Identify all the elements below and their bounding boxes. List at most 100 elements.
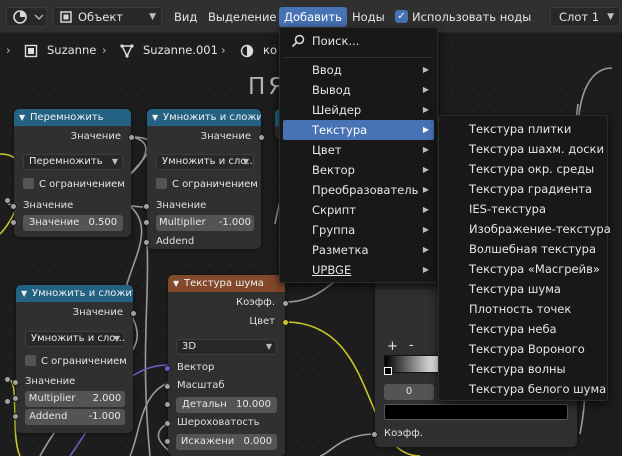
- output-socket[interactable]: [130, 310, 137, 317]
- breadcrumb-material[interactable]: ко: [263, 43, 277, 57]
- offscreen-socket[interactable]: [4, 197, 11, 204]
- menu-item-script[interactable]: Скрипт ▶: [283, 200, 434, 220]
- roughness-input-socket[interactable]: [164, 420, 171, 427]
- submenu-item-environment-texture[interactable]: Текстура окр. среды: [469, 159, 594, 179]
- multiply-add-node[interactable]: ▼ Умножить и сложить Значение Умножить и…: [143, 109, 265, 249]
- node-header[interactable]: ▼ Умножить и сложить: [16, 285, 133, 302]
- input-socket[interactable]: [143, 239, 150, 246]
- distortion-field[interactable]: Искажени 0.000: [176, 434, 277, 450]
- collapse-icon[interactable]: ▼: [19, 109, 25, 126]
- clamp-checkbox[interactable]: С ограничением: [156, 178, 258, 190]
- multiply-node[interactable]: ▼ Перемножить Значение Перемножить ▼ С о…: [10, 109, 135, 237]
- dimension-select[interactable]: 3D ▼: [176, 339, 277, 355]
- submenu-item-ies-texture[interactable]: IES-текстура: [469, 199, 546, 219]
- editor-type-button[interactable]: [6, 7, 47, 27]
- submenu-item-point-density[interactable]: Плотность точек: [469, 299, 571, 319]
- collapse-icon[interactable]: ▼: [21, 285, 27, 302]
- input-socket[interactable]: [143, 219, 150, 226]
- addend-field[interactable]: Addend -1.000: [25, 409, 125, 425]
- addend-value: -1.000: [88, 411, 121, 422]
- submenu-item-checker-texture[interactable]: Текстура шахм. доски: [469, 139, 604, 159]
- vector-input-socket[interactable]: [164, 365, 171, 372]
- input-socket[interactable]: [12, 379, 19, 386]
- clamp-checkbox[interactable]: С ограничением: [23, 178, 125, 190]
- submenu-item-noise-texture[interactable]: Текстура шума: [469, 279, 561, 299]
- offscreen-socket[interactable]: [4, 398, 11, 405]
- operation-select[interactable]: Умножить и сло... ▼: [25, 331, 125, 347]
- submenu-arrow-icon: ▶: [422, 225, 429, 234]
- chevron-down-icon: ▼: [265, 342, 272, 351]
- multiplier-field[interactable]: Multiplier -1.000: [156, 215, 254, 231]
- detail-input-socket[interactable]: [164, 401, 171, 408]
- operation-label: Умножить и сло...: [162, 156, 254, 167]
- noise-texture-node[interactable]: ▼ Текстура шума Коэфф. Цвет 3D ▼ Вектор …: [164, 275, 289, 456]
- breadcrumb-mesh[interactable]: Suzanne.001: [143, 43, 218, 57]
- operation-select[interactable]: Перемножить ▼: [23, 154, 123, 170]
- submenu-item-magic-texture[interactable]: Волшебная текстура: [469, 239, 596, 259]
- distortion-input-socket[interactable]: [164, 438, 171, 445]
- menu-item-group[interactable]: Группа ▶: [283, 220, 434, 240]
- remove-stop-button[interactable]: -: [409, 338, 414, 353]
- input-socket[interactable]: [10, 203, 17, 210]
- color-ramp-gradient[interactable]: [384, 355, 440, 373]
- menu-item-shader[interactable]: Шейдер ▶: [283, 100, 434, 120]
- menu-item-converter[interactable]: Преобразователь ▶: [283, 180, 434, 200]
- input-socket[interactable]: [143, 203, 150, 210]
- output-socket[interactable]: [128, 134, 135, 141]
- submenu-item-sky-texture[interactable]: Текстура неба: [469, 319, 557, 339]
- multiply-add-node-2[interactable]: ▼ Умножить и сложить Значение Умножить и…: [12, 285, 137, 433]
- scale-input-socket[interactable]: [164, 383, 171, 390]
- submenu-item-musgrave-texture[interactable]: Текстура «Масгрейв»: [469, 259, 600, 279]
- stop-color-swatch[interactable]: [384, 404, 568, 420]
- menu-item-color[interactable]: Цвет ▶: [283, 140, 434, 160]
- value-field[interactable]: Значение 0.500: [23, 215, 123, 231]
- node-header[interactable]: ▼ Умножить и сложить: [147, 109, 261, 126]
- menu-select[interactable]: Выделение: [203, 7, 282, 27]
- collapse-icon[interactable]: ▼: [173, 275, 179, 292]
- breadcrumb-object[interactable]: Suzanne: [47, 43, 96, 57]
- menu-item-input[interactable]: Ввод ▶: [283, 60, 434, 80]
- clamp-checkbox[interactable]: С ограничением: [25, 355, 127, 367]
- submenu-item-wave-texture[interactable]: Текстура волны: [469, 359, 566, 379]
- color-stop-marker[interactable]: [384, 367, 392, 375]
- stop-position-field[interactable]: 0: [384, 384, 434, 400]
- menu-item-vector[interactable]: Вектор ▶: [283, 160, 434, 180]
- checkbox-box[interactable]: [25, 355, 36, 366]
- node-header[interactable]: ▼ Перемножить: [14, 109, 131, 126]
- input-socket[interactable]: [10, 219, 17, 226]
- add-stop-button[interactable]: +: [387, 339, 398, 354]
- menu-search[interactable]: Поиск...: [283, 31, 434, 51]
- menu-item-upbge[interactable]: UPBGE ▶: [283, 260, 434, 280]
- slot-select[interactable]: Слот 1 ▼: [550, 7, 620, 27]
- stop-position-value: 0: [405, 386, 413, 397]
- submenu-item-image-texture[interactable]: Изображение-текстура: [469, 219, 611, 239]
- object-mode-select[interactable]: Объект ▼: [53, 7, 162, 27]
- menu-item-output[interactable]: Вывод ▶: [283, 80, 434, 100]
- submenu-item-voronoi-texture[interactable]: Текстура Вороного: [469, 339, 585, 359]
- menu-view[interactable]: Вид: [169, 7, 202, 27]
- offscreen-socket[interactable]: [4, 376, 11, 383]
- submenu-item-brick-texture[interactable]: Текстура плитки: [469, 119, 571, 139]
- fac-input-socket[interactable]: [371, 431, 378, 438]
- menu-add[interactable]: Добавить: [279, 7, 347, 27]
- operation-select[interactable]: Умножить и сло... ▼: [156, 154, 254, 170]
- detail-field[interactable]: Детальн 10.000: [176, 397, 277, 413]
- node-title: Умножить и сложить: [32, 288, 133, 299]
- submenu-item-gradient-texture[interactable]: Текстура градиента: [469, 179, 592, 199]
- menu-item-texture[interactable]: Текстура ▶: [283, 120, 434, 140]
- submenu-item-white-noise-texture[interactable]: Текстура белого шума: [469, 379, 606, 399]
- use-nodes-checkbox[interactable]: ✓: [395, 10, 408, 23]
- menu-item-layout[interactable]: Разметка ▶: [283, 240, 434, 260]
- checkbox-box[interactable]: [156, 178, 167, 189]
- search-label: Поиск...: [312, 34, 360, 48]
- color-output-socket[interactable]: [282, 319, 289, 326]
- checkbox-box[interactable]: [23, 178, 34, 189]
- fac-output-socket[interactable]: [282, 300, 289, 307]
- input-socket[interactable]: [12, 395, 19, 402]
- input-socket[interactable]: [12, 413, 19, 420]
- menu-node[interactable]: Ноды: [347, 7, 390, 27]
- collapse-icon[interactable]: ▼: [152, 109, 158, 126]
- output-socket[interactable]: [258, 134, 265, 141]
- multiplier-field[interactable]: Multiplier 2.000: [25, 391, 125, 407]
- node-header[interactable]: ▼ Текстура шума: [168, 275, 285, 292]
